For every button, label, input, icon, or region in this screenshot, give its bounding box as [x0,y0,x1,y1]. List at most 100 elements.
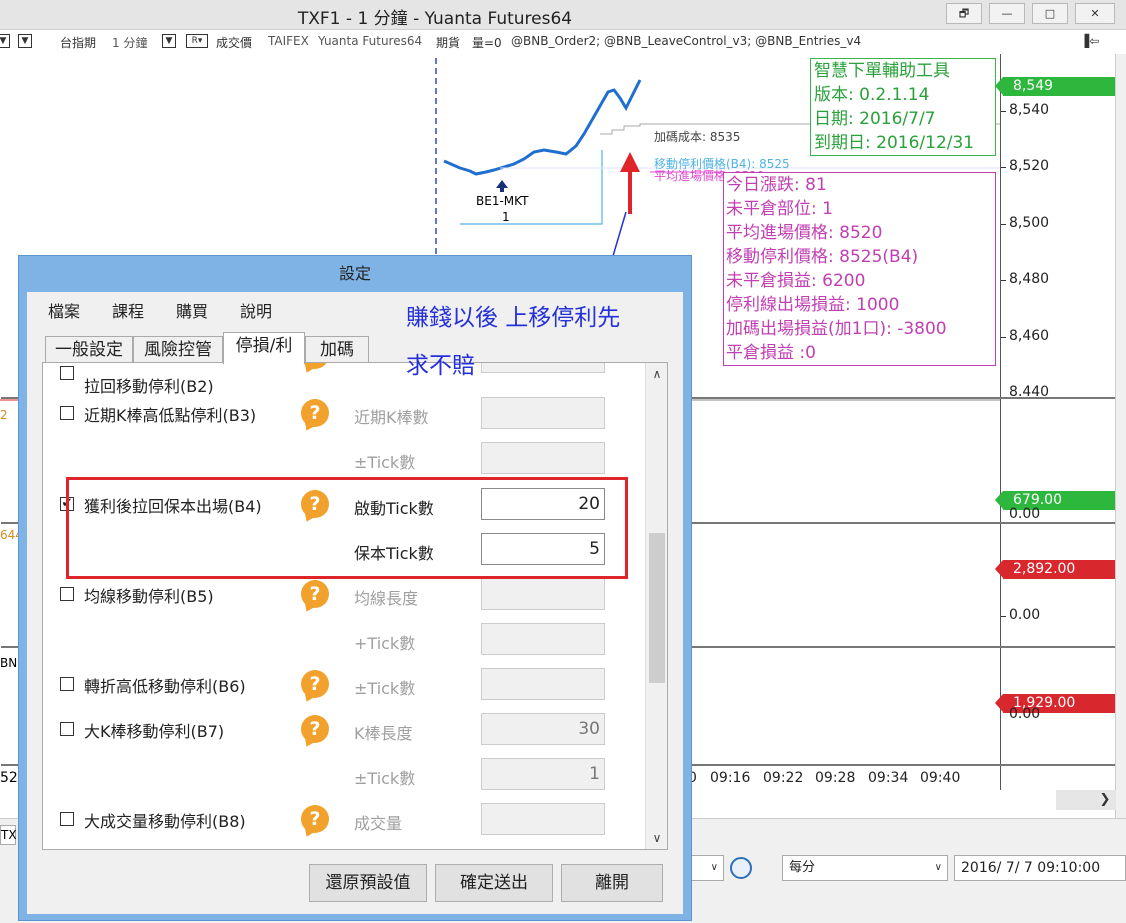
b2-checkbox[interactable] [60,366,74,380]
add-cost-label: 加碼成本: 8535 [654,130,741,144]
tab-add-position[interactable]: 加碼 [305,336,369,364]
left-label-1: 2 [0,408,8,422]
b6-label: 轉折高低移動停利(B6) [84,677,246,696]
scroll-down-icon[interactable]: ∨ [646,831,667,845]
trailing-stop-price: 移動停利價格: 8525(B4) [726,247,919,267]
tool-date: 日期: 2016/7/7 [814,109,936,129]
exit-button[interactable]: 離開 [561,864,663,902]
b3-help-icon[interactable]: ? [301,399,329,427]
dialog-title: 設定 [338,264,371,283]
b3-tick-label: ±Tick數 [354,453,416,472]
b7-label: 大K棒移動停利(B7) [84,722,225,741]
b7-length-input[interactable]: 30 [481,713,605,745]
b5-checkbox[interactable] [60,587,74,601]
b3-tick-input[interactable] [481,442,605,474]
maximize-button[interactable]: □ [1032,3,1068,24]
close-button[interactable]: ✕ [1075,3,1115,24]
b5-label: 均線移動停利(B5) [84,587,214,606]
open-position: 未平倉部位: 1 [726,199,833,219]
price-line [443,79,642,176]
reset-button[interactable]: 還原預設值 [309,864,427,902]
tp-line-pnl: 停利線出場損益: 1000 [726,295,900,315]
price-type-dropdown-icon[interactable]: R▾ [186,34,208,48]
bottom-left-tab[interactable]: TX [0,825,17,845]
b8-volume-input[interactable] [481,803,605,835]
b5-ma-input[interactable] [481,578,605,610]
b8-help-icon[interactable]: ? [301,805,329,833]
b8-checkbox[interactable] [60,812,74,826]
period-combo[interactable]: 每分 ∨ [782,855,948,881]
b5-tick-input[interactable] [481,623,605,655]
chart-right-edge [1115,54,1126,868]
bottom-combo[interactable]: ∨ [690,855,724,881]
b6-checkbox[interactable] [60,677,74,691]
period-combo-value: 每分 [789,860,816,875]
b7-tick-input[interactable]: 1 [481,758,605,790]
submit-button[interactable]: 確定送出 [435,864,553,902]
avg-entry-price: 平均進場價格: 8520 [726,223,883,243]
indicator2-badge: 2,892.00 [995,560,1115,579]
tab-general[interactable]: 一般設定 [45,336,133,364]
b8-label: 大成交量移動停利(B8) [84,812,246,831]
time-tick: 09:40 [920,770,961,786]
price-tick: 8,440 [1009,384,1050,396]
b7-checkbox[interactable] [60,722,74,736]
tab-stoploss[interactable]: 停損/利 [223,332,305,364]
b3-checkbox[interactable] [60,406,74,420]
add-exit-pnl: 加碼出場損益(加1口): -3800 [726,319,947,339]
window-title: TXF1 - 1 分鐘 - Yuanta Futures64 [297,9,573,29]
b3-bars-input[interactable] [481,397,605,429]
toolbar-dropdown-icon[interactable]: ▼ [18,34,32,48]
menu-buy[interactable]: 購買 [176,298,208,322]
scroll-thumb[interactable] [649,533,665,683]
menu-course[interactable]: 課程 [112,298,144,322]
restore-icon[interactable]: 🗗 [946,3,982,24]
time-tick: 09:16 [710,770,751,786]
entry-qty-label: 1 [502,210,510,224]
menu-file[interactable]: 檔案 [48,298,80,322]
option-row-b7-tick: ±Tick數 1 [43,754,643,798]
position-info-box: 今日漲跌: 81 未平倉部位: 1 平均進場價格: 8520 移動停利價格: 8… [723,172,996,366]
note-line-1: 賺錢以後 上移停利先 [406,305,621,331]
panel-scrollbar[interactable]: ∧ ∨ [645,363,667,849]
volume-label: 量=0 [472,36,502,50]
today-change: 今日漲跌: 81 [726,175,827,195]
menu-help[interactable]: 說明 [240,298,272,322]
b6-tick-input[interactable] [481,668,605,700]
option-row-b7: 大K棒移動停利(B7) ? K棒長度 30 [43,709,643,753]
clock-icon[interactable] [730,857,752,879]
option-row-b3-tick: ±Tick數 [43,438,643,482]
scroll-right-icon[interactable]: ❯ [1094,790,1116,810]
option-row-b5: 均線移動停利(B5) ? 均線長度 [43,574,643,618]
b6-tick-label: ±Tick數 [354,679,416,698]
b4-highlight-box [66,477,628,579]
b8-volume-label: 成交量 [354,814,403,833]
b5-help-icon[interactable]: ? [301,580,329,608]
b2-help-icon[interactable]: ? [301,363,329,369]
b5-tick-label: +Tick數 [354,634,416,653]
price-tick: 8,460 [1000,328,1050,344]
minimize-button[interactable]: — [989,3,1025,24]
note-line-2: 求不賠 [406,353,475,379]
index-label[interactable]: 台指期 [60,34,96,51]
b6-help-icon[interactable]: ? [301,670,329,698]
tab-risk[interactable]: 風險控管 [133,336,223,364]
option-row-b3: 近期K棒高低點停利(B3) ? 近期K棒數 [43,393,643,437]
panel-toggle-icon[interactable]: ▐⇦ [1080,34,1099,48]
app-root: { "window": {"title": "TXF1 - 1 分鐘 - Yua… [0,0,1126,923]
option-row-b8: 大成交量移動停利(B8) ? 成交量 [43,799,643,843]
interval-dropdown-icon[interactable]: ▼ [162,34,176,48]
exchange-label: TAIFEX [268,34,309,48]
interval-label[interactable]: 1 分鐘 [112,34,147,51]
b7-help-icon[interactable]: ? [301,715,329,743]
price-tick: 8,480 [1000,271,1050,287]
stoploss-panel: 拉回移動停利(B2) ? 近期K棒高低點停利(B3) ? 近期K棒數 ±Tick… [42,362,668,850]
tool-info-box: 智慧下單輔助工具 版本: 0.2.1.14 日期: 2016/7/7 到期日: … [810,58,996,156]
toolbar-dropdown-icon[interactable]: ▼ [0,34,10,48]
tool-title: 智慧下單輔助工具 [814,61,950,81]
datasource-label: Yuanta Futures64 [318,34,423,48]
time-tick: 09:22 [763,770,804,786]
entry-arrow-icon [496,180,508,192]
datetime-combo[interactable]: 2016/ 7/ 7 09:10:00 [954,855,1126,881]
unrealized-pnl: 未平倉損益: 6200 [726,271,866,291]
